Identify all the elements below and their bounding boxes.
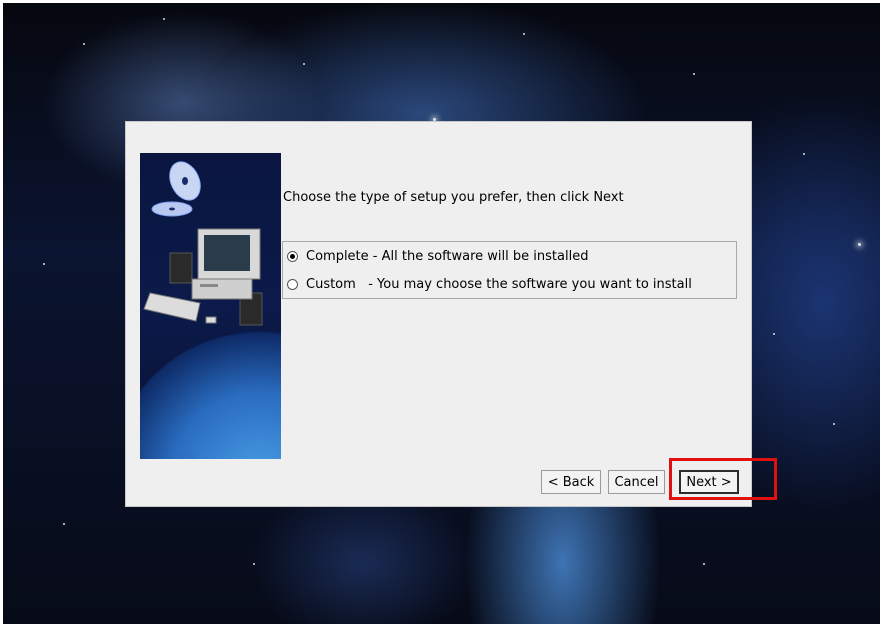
option-custom-desc: You may choose the software you want to … <box>377 276 692 292</box>
star <box>803 153 805 155</box>
star <box>163 18 165 20</box>
computer-cd-icon <box>143 161 263 326</box>
star <box>773 333 775 335</box>
radio-custom[interactable] <box>287 278 298 290</box>
setup-illustration <box>140 153 281 459</box>
option-custom-separator: - <box>355 276 378 292</box>
star <box>693 73 695 75</box>
star <box>523 33 525 35</box>
option-complete-desc: All the software will be installed <box>381 248 589 264</box>
star <box>858 243 861 246</box>
radio-complete[interactable] <box>287 250 298 262</box>
option-complete-separator: - <box>368 248 382 264</box>
star <box>253 563 255 565</box>
star <box>43 263 45 265</box>
star <box>83 43 85 45</box>
star <box>833 423 835 425</box>
next-button-highlight <box>669 458 777 500</box>
option-complete-name: Complete <box>306 248 369 264</box>
setup-type-dialog: Choose the type of setup you prefer, the… <box>125 121 752 507</box>
star <box>703 563 705 565</box>
star <box>63 523 65 525</box>
option-custom[interactable]: Custom - You may choose the software you… <box>287 274 692 294</box>
cancel-button[interactable]: Cancel <box>608 470 665 494</box>
option-custom-name: Custom <box>306 276 356 292</box>
option-complete[interactable]: Complete - All the software will be inst… <box>287 246 588 266</box>
setup-type-group: Complete - All the software will be inst… <box>282 241 737 299</box>
star <box>303 63 305 65</box>
setup-prompt: Choose the type of setup you prefer, the… <box>283 190 624 205</box>
back-button[interactable]: < Back <box>541 470 601 494</box>
